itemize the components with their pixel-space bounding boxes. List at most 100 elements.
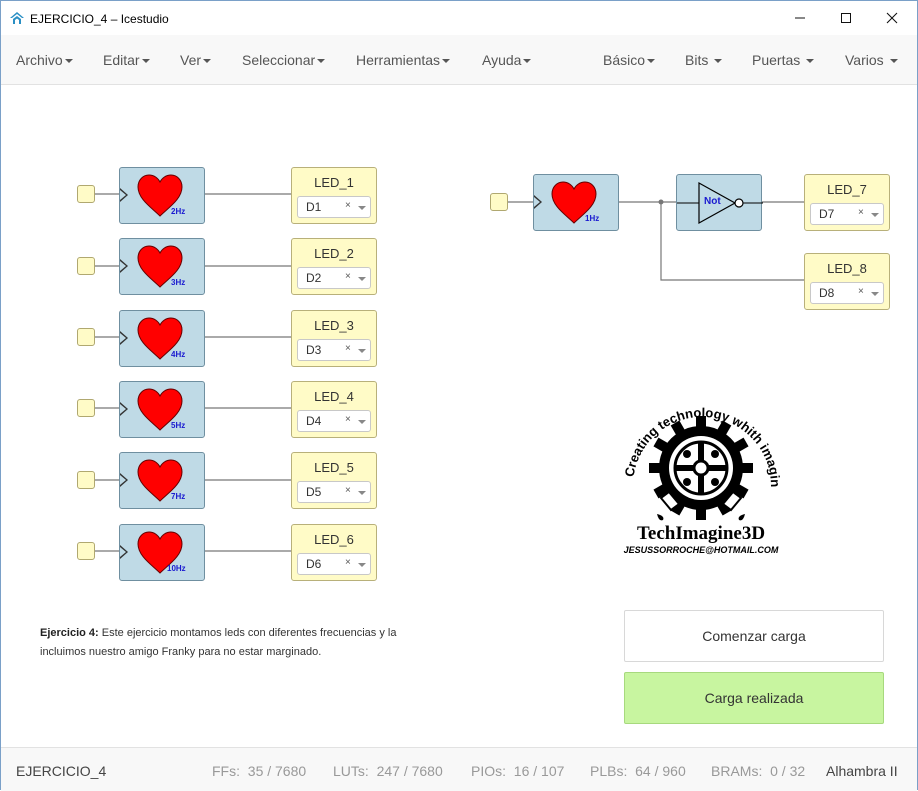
menu-archivo[interactable]: Archivo <box>16 52 73 68</box>
dropdown-arrow-icon[interactable] <box>358 349 366 353</box>
led-block[interactable]: LED_6 D6 × <box>291 524 377 581</box>
menu-editar[interactable]: Editar <box>103 52 150 68</box>
not-gate-block[interactable]: Not <box>676 174 763 231</box>
plbs-stat: PLBs: 64 / 960 <box>590 763 686 779</box>
brams-stat: BRAMs: 0 / 32 <box>711 763 806 779</box>
app-window: EJERCICIO_4 – Icestudio Archivo Editar V… <box>0 0 918 791</box>
menu-label: Bits <box>685 52 709 68</box>
clock-block[interactable]: 7Hz <box>119 452 205 509</box>
chevron-down-icon <box>889 59 898 64</box>
input-port[interactable] <box>77 185 95 203</box>
logo-brand: TechImagine3D <box>637 523 765 544</box>
maximize-button[interactable] <box>823 1 869 35</box>
dropdown-arrow-icon[interactable] <box>358 277 366 281</box>
led-block[interactable]: LED_7 D7 × <box>804 174 890 231</box>
clock-input-icon <box>120 259 128 273</box>
chevron-down-icon <box>64 59 73 64</box>
clear-icon[interactable]: × <box>345 414 351 425</box>
input-port[interactable] <box>77 257 95 275</box>
input-port[interactable] <box>77 399 95 417</box>
menu-bits[interactable]: Bits <box>685 52 723 68</box>
close-button[interactable] <box>869 1 915 35</box>
led-name: LED_7 <box>827 182 867 197</box>
menu-basico[interactable]: Básico <box>603 52 656 68</box>
clear-icon[interactable]: × <box>345 343 351 354</box>
led-block[interactable]: LED_5 D5 × <box>291 452 377 509</box>
clock-frequency: 5Hz <box>171 421 186 430</box>
led-name: LED_8 <box>827 261 867 276</box>
pin-value: D4 <box>306 414 322 428</box>
led-block[interactable]: LED_4 D4 × <box>291 381 377 438</box>
clear-icon[interactable]: × <box>858 286 864 297</box>
icestudio-logo-icon <box>10 12 24 24</box>
clock-frequency: 3Hz <box>171 278 186 287</box>
clear-icon[interactable]: × <box>345 271 351 282</box>
clock-input-icon <box>120 331 128 345</box>
clock-block[interactable]: 4Hz <box>119 310 205 367</box>
menu-label: Herramientas <box>356 52 441 68</box>
led-block[interactable]: LED_2 D2 × <box>291 238 377 295</box>
led-name: LED_5 <box>314 460 354 475</box>
clock-block[interactable]: 3Hz <box>119 238 205 295</box>
dropdown-arrow-icon[interactable] <box>358 491 366 495</box>
ffs-stat: FFs: 35 / 7680 <box>212 763 307 779</box>
maximize-icon <box>841 13 851 23</box>
dropdown-arrow-icon[interactable] <box>871 292 879 296</box>
pin-select[interactable]: D7 × <box>810 203 884 225</box>
led-name: LED_2 <box>314 246 354 261</box>
clear-icon[interactable]: × <box>858 207 864 218</box>
led-block[interactable]: LED_8 D8 × <box>804 253 890 310</box>
pin-value: D7 <box>819 207 835 221</box>
pin-select[interactable]: D2 × <box>297 267 371 289</box>
dropdown-arrow-icon[interactable] <box>358 563 366 567</box>
status-bar: EJERCICIO_4 FFs: 35 / 7680 LUTs: 247 / 7… <box>1 747 917 791</box>
menu-puertas[interactable]: Puertas <box>752 52 815 68</box>
input-port[interactable] <box>77 328 95 346</box>
clear-icon[interactable]: × <box>345 485 351 496</box>
pin-select[interactable]: D8 × <box>810 282 884 304</box>
dropdown-arrow-icon[interactable] <box>871 213 879 217</box>
chevron-down-icon <box>203 59 212 64</box>
clock-frequency: 1Hz <box>585 214 600 223</box>
pin-select[interactable]: D3 × <box>297 339 371 361</box>
exercise-description: Ejercicio 4: Este ejercicio montamos led… <box>40 624 400 662</box>
pin-select[interactable]: D1 × <box>297 196 371 218</box>
input-port[interactable] <box>490 193 508 211</box>
clock-frequency: 10Hz <box>167 564 186 573</box>
dropdown-arrow-icon[interactable] <box>358 420 366 424</box>
menu-seleccionar[interactable]: Seleccionar <box>242 52 326 68</box>
start-upload-button[interactable]: Comenzar carga <box>624 610 884 662</box>
input-port[interactable] <box>77 471 95 489</box>
menu-herramientas[interactable]: Herramientas <box>356 52 451 68</box>
menu-varios[interactable]: Varios <box>845 52 898 68</box>
clock-block[interactable]: 1Hz <box>533 174 619 231</box>
minimize-icon <box>795 17 805 19</box>
menu-ver[interactable]: Ver <box>180 52 212 68</box>
pin-value: D6 <box>306 557 322 571</box>
clear-icon[interactable]: × <box>345 557 351 568</box>
board-name[interactable]: Alhambra II <box>826 763 898 779</box>
menu-ayuda[interactable]: Ayuda <box>482 52 532 68</box>
led-name: LED_4 <box>314 389 354 404</box>
upload-done-button[interactable]: Carga realizada <box>624 672 884 724</box>
input-port[interactable] <box>77 542 95 560</box>
led-name: LED_1 <box>314 175 354 190</box>
minimize-button[interactable] <box>777 1 823 35</box>
led-block[interactable]: LED_3 D3 × <box>291 310 377 367</box>
clock-block[interactable]: 10Hz <box>119 524 205 581</box>
menu-label: Ayuda <box>482 52 522 68</box>
clock-block[interactable]: 5Hz <box>119 381 205 438</box>
close-icon <box>886 12 898 24</box>
clock-input-icon <box>120 188 128 202</box>
dropdown-arrow-icon[interactable] <box>358 206 366 210</box>
pin-select[interactable]: D6 × <box>297 553 371 575</box>
pin-select[interactable]: D4 × <box>297 410 371 432</box>
design-canvas[interactable]: 2Hz LED_1 D1 × 3Hz LED_2 D2 × 4Hz LED_3 … <box>1 86 917 746</box>
pin-select[interactable]: D5 × <box>297 481 371 503</box>
clock-block[interactable]: 2Hz <box>119 167 205 224</box>
clear-icon[interactable]: × <box>345 200 351 211</box>
pin-value: D2 <box>306 271 322 285</box>
led-block[interactable]: LED_1 D1 × <box>291 167 377 224</box>
button-label: Comenzar carga <box>702 628 806 644</box>
pin-value: D5 <box>306 485 322 499</box>
